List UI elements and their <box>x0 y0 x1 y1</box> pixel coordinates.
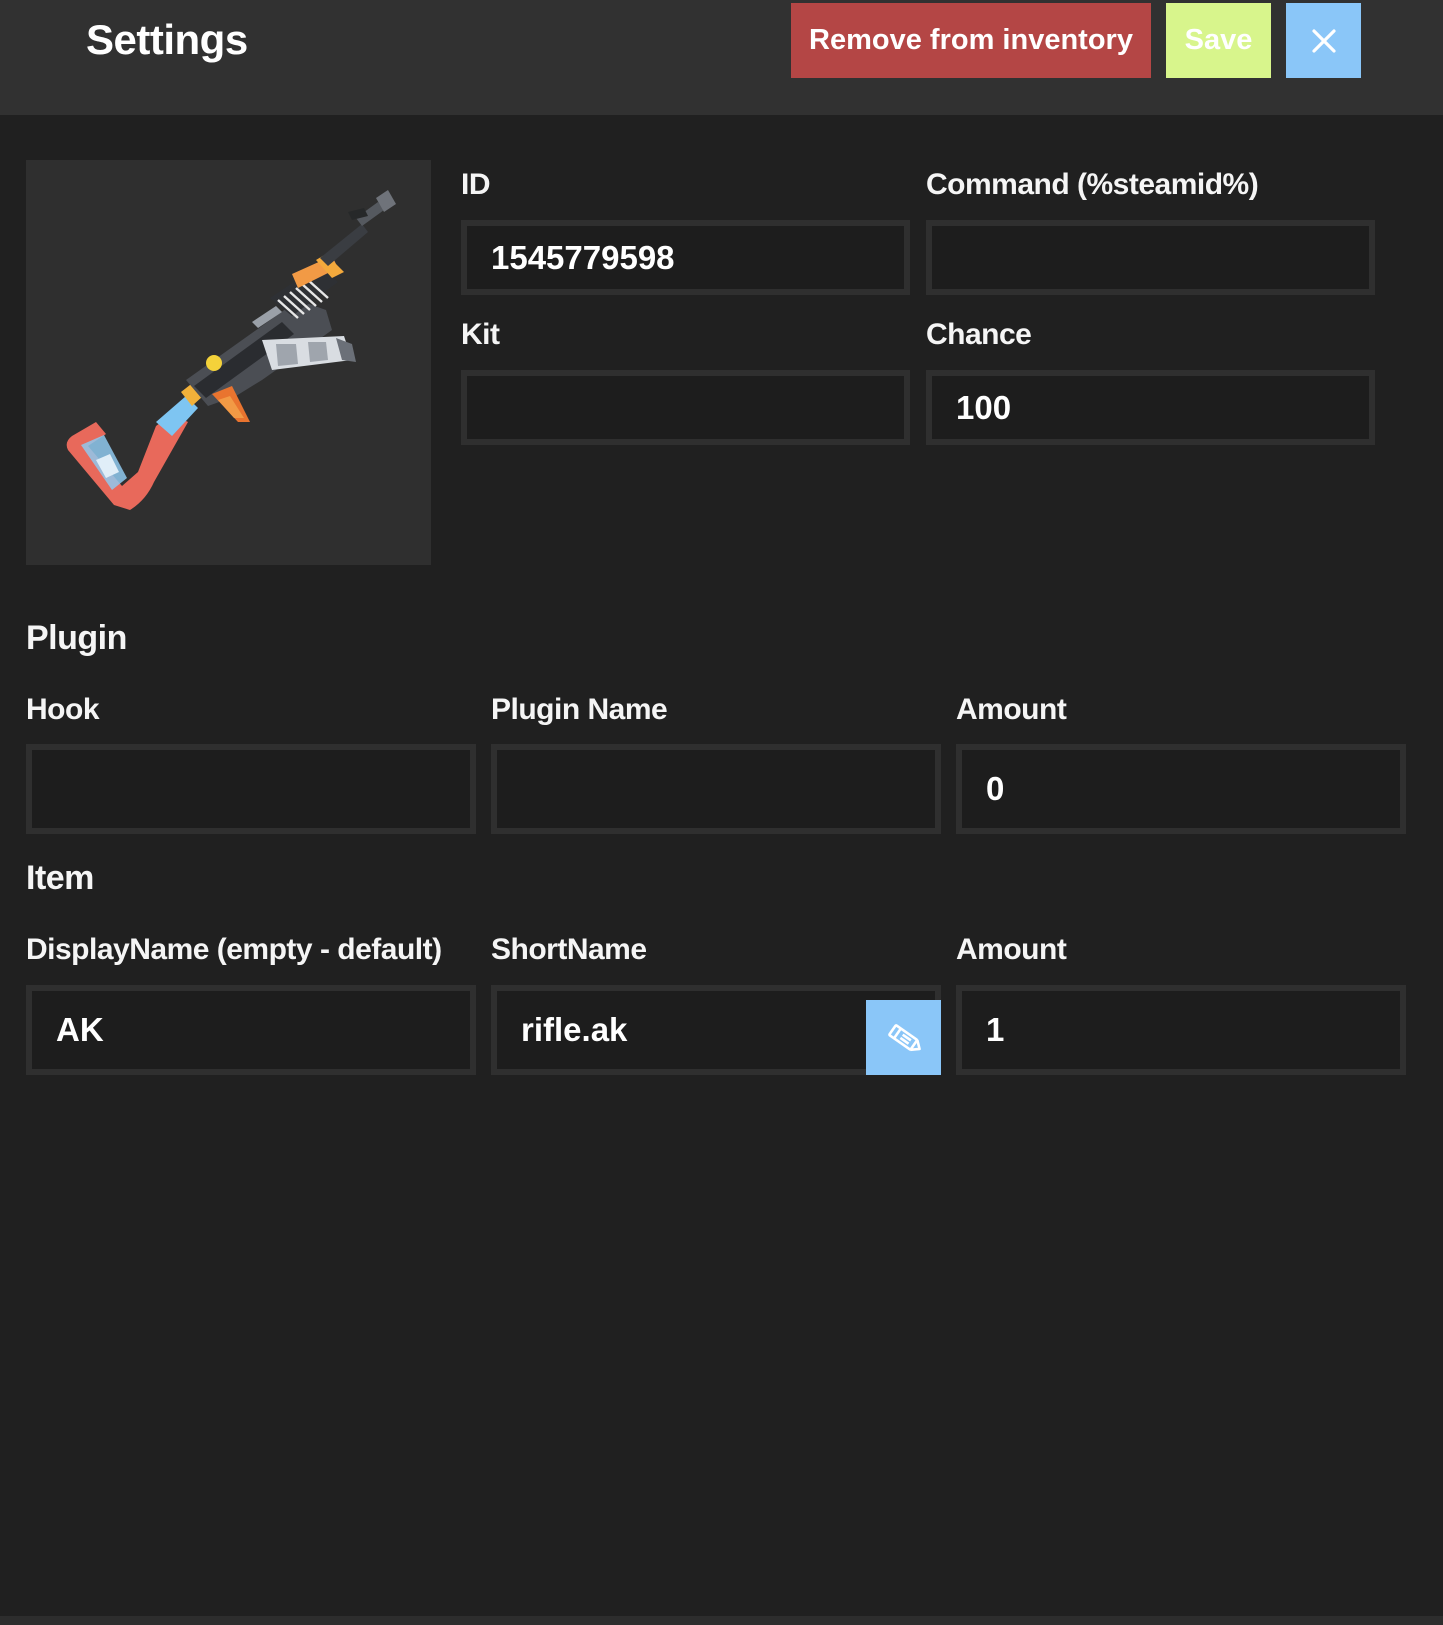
plugin-section-title: Plugin <box>26 619 127 657</box>
plugin-amount-label: Amount <box>956 693 1067 726</box>
command-label: Command (%steamid%) <box>926 168 1259 201</box>
save-button[interactable]: Save <box>1166 3 1271 78</box>
id-input[interactable] <box>461 220 910 295</box>
edit-short-name-button[interactable] <box>866 1000 941 1075</box>
plugin-name-input[interactable] <box>491 744 941 834</box>
item-amount-label: Amount <box>956 933 1067 966</box>
item-amount-input[interactable] <box>956 985 1406 1075</box>
page-title: Settings <box>86 16 248 63</box>
item-preview <box>26 160 431 565</box>
display-name-label: DisplayName (empty - default) <box>26 933 442 966</box>
rifle-image <box>66 190 396 510</box>
pencil-icon <box>887 1023 921 1051</box>
command-input[interactable] <box>926 220 1375 295</box>
close-button[interactable] <box>1286 3 1361 78</box>
bottom-border <box>0 1616 1443 1625</box>
hook-label: Hook <box>26 693 100 726</box>
header-bar: Settings Remove from inventory Save <box>0 0 1443 115</box>
short-name-label: ShortName <box>491 933 647 966</box>
close-icon <box>1311 28 1336 53</box>
plugin-amount-input[interactable] <box>956 744 1406 834</box>
plugin-name-label: Plugin Name <box>491 693 668 726</box>
item-section-title: Item <box>26 859 94 897</box>
display-name-input[interactable] <box>26 985 476 1075</box>
kit-input[interactable] <box>461 370 910 445</box>
id-label: ID <box>461 168 491 201</box>
settings-content: ID Command (%steamid%) Kit Chance Plugin… <box>0 115 1443 1616</box>
remove-from-inventory-button[interactable]: Remove from inventory <box>791 3 1151 78</box>
chance-input[interactable] <box>926 370 1375 445</box>
kit-label: Kit <box>461 318 500 351</box>
hook-input[interactable] <box>26 744 476 834</box>
chance-label: Chance <box>926 318 1032 351</box>
settings-window: Settings Remove from inventory Save ID 1… <box>0 0 1443 1625</box>
